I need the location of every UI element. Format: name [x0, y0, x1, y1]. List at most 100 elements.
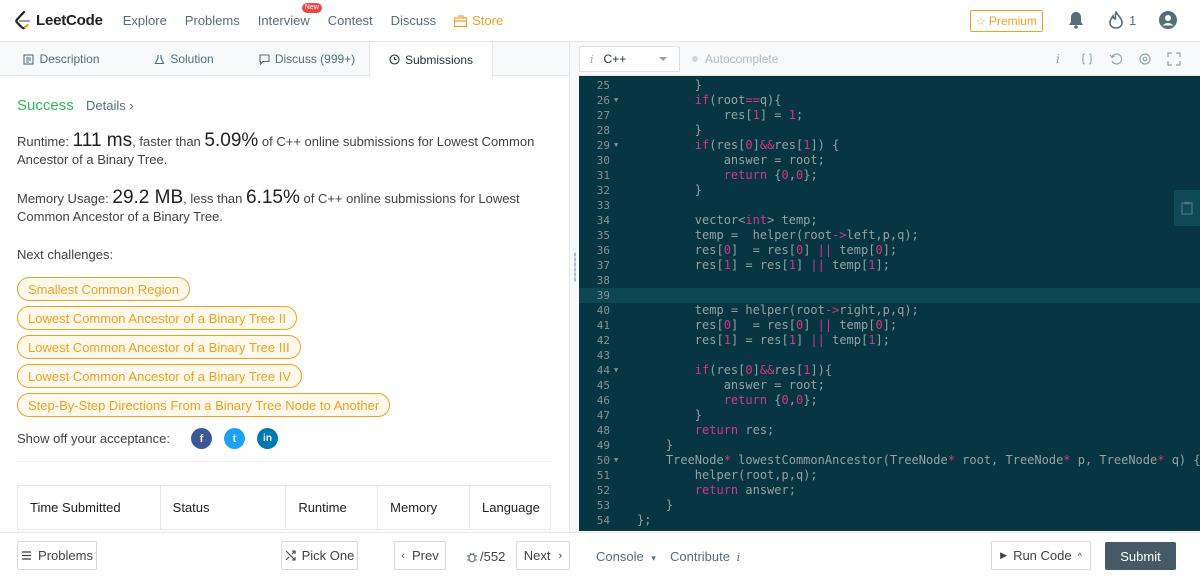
braces-icon[interactable] [1080, 52, 1094, 66]
premium-button[interactable]: ☆ Premium [970, 10, 1043, 32]
next-button[interactable]: Next › [516, 541, 570, 570]
code-line[interactable]: 52 return answer; [579, 483, 1200, 498]
fold-arrow-icon[interactable]: ▼ [614, 93, 618, 108]
details-link[interactable]: Details › [86, 98, 134, 113]
col-runtime[interactable]: Runtime [285, 485, 379, 530]
challenge-chip[interactable]: Lowest Common Ancestor of a Binary Tree … [17, 364, 303, 388]
memory-mid: , less than [183, 191, 247, 206]
info-icon[interactable]: i [1051, 52, 1065, 66]
panel-splitter[interactable] [569, 42, 579, 532]
nav-interview[interactable]: Interview New [258, 3, 322, 28]
challenge-chip[interactable]: Step-By-Step Directions From a Binary Tr… [17, 393, 391, 417]
code-line[interactable]: 35 temp = helper(root->left,p,q); [579, 228, 1200, 243]
code-line[interactable]: 29 ▼ if(res[0]&&res[1]) { [579, 138, 1200, 153]
fold-arrow-icon[interactable]: ▼ [614, 138, 618, 153]
page-indicator[interactable]: /552 [466, 549, 505, 564]
fold-arrow-icon[interactable]: ▼ [614, 453, 618, 468]
twitter-share-icon[interactable]: t [224, 428, 245, 449]
code-line[interactable]: 39 [579, 288, 1200, 303]
code-line[interactable]: 41 res[0] = res[0] || temp[0]; [579, 318, 1200, 333]
code-line[interactable]: 34 vector<int> temp; [579, 213, 1200, 228]
console-toggle[interactable]: Console ▾ [596, 549, 656, 564]
code-line[interactable]: 45 answer = root; [579, 378, 1200, 393]
streak-fire-icon[interactable] [1109, 11, 1123, 29]
tab-submissions[interactable]: Submissions [369, 42, 493, 77]
settings-icon[interactable] [1138, 52, 1152, 66]
nav-store[interactable]: Store [454, 13, 503, 28]
leetcode-logo[interactable]: LeetCode [14, 10, 103, 31]
code-line[interactable]: 42 res[1] = res[1] || temp[1]; [579, 333, 1200, 348]
user-avatar-icon[interactable] [1159, 11, 1177, 29]
code-line[interactable]: 31 return {0,0}; [579, 168, 1200, 183]
problems-list-button[interactable]: Problems [17, 541, 97, 570]
code-text: return {0,0}; [723, 168, 818, 182]
language-value: C++ [603, 52, 627, 66]
nav-contest[interactable]: Contest [328, 13, 373, 28]
code-line[interactable]: 48 return res; [579, 423, 1200, 438]
chevron-left-icon: ‹ [401, 549, 405, 562]
code-line[interactable]: 30 answer = root; [579, 153, 1200, 168]
nav-discuss[interactable]: Discuss [391, 13, 437, 28]
fullscreen-icon[interactable] [1167, 52, 1181, 66]
autocomplete-toggle[interactable]: Autocomplete [692, 52, 778, 66]
submissions-table: Time Submitted Status Runtime Memory Lan… [17, 485, 551, 530]
code-line[interactable]: 47 } [579, 408, 1200, 423]
code-line[interactable]: 49 } [579, 438, 1200, 453]
run-code-button[interactable]: ▶ Run Code ^ [991, 541, 1091, 570]
runtime-mid: , faster than [132, 134, 205, 149]
line-number: 45 [596, 379, 610, 392]
code-line[interactable]: 43 [579, 348, 1200, 363]
code-line[interactable]: 44 ▼ if(res[0]&&res[1]){ [579, 363, 1200, 378]
page-count: /552 [480, 549, 506, 564]
pick-one-button[interactable]: Pick One [281, 541, 358, 570]
col-time-submitted[interactable]: Time Submitted [17, 485, 161, 530]
nav-store-label: Store [472, 13, 504, 28]
tab-discuss[interactable]: Discuss (999+) [245, 42, 369, 76]
code-line[interactable]: 40 temp = helper(root->right,p,q); [579, 303, 1200, 318]
side-panel-tab[interactable] [1174, 190, 1200, 226]
problem-tabs: Description Solution Discuss (999+) Subm… [0, 42, 569, 77]
col-memory[interactable]: Memory [377, 485, 471, 530]
chevron-down-icon [659, 57, 667, 61]
code-text: answer = root; [637, 153, 825, 167]
code-line[interactable]: 26 ▼ if(root==q){ [579, 93, 1200, 108]
language-select[interactable]: i C++ [579, 46, 680, 72]
line-number: 38 [596, 274, 610, 287]
col-status[interactable]: Status [159, 485, 287, 530]
code-line[interactable]: 38 [579, 273, 1200, 288]
facebook-share-icon[interactable]: f [191, 428, 212, 449]
code-line[interactable]: 25 } [579, 78, 1200, 93]
nav-problems[interactable]: Problems [185, 13, 240, 28]
challenge-chip[interactable]: Smallest Common Region [17, 277, 191, 301]
submit-button[interactable]: Submit [1105, 542, 1176, 570]
bottom-bar: Problems Pick One ‹ Prev /552 Next › Con… [0, 532, 1200, 578]
challenge-chip[interactable]: Lowest Common Ancestor of a Binary Tree … [17, 306, 297, 330]
code-line[interactable]: 28 } [579, 123, 1200, 138]
col-language[interactable]: Language [469, 485, 551, 530]
code-line[interactable]: 33 [579, 198, 1200, 213]
prev-button[interactable]: ‹ Prev [394, 541, 446, 570]
code-text: if(root==q){ [694, 93, 782, 107]
code-editor[interactable]: 25 } 26 ▼ if(root==q){27 res[1] = 1; 28 } 29… [579, 76, 1200, 531]
challenge-chip[interactable]: Lowest Common Ancestor of a Binary Tree … [17, 335, 301, 359]
play-icon: ▶ [1000, 550, 1008, 560]
code-line[interactable]: 46 return {0,0}; [579, 393, 1200, 408]
code-line[interactable]: 51 helper(root,p,q); [579, 468, 1200, 483]
code-line[interactable]: 53 } [579, 498, 1200, 513]
code-line[interactable]: 37 res[1] = res[1] || temp[1]; [579, 258, 1200, 273]
tab-description[interactable]: Description [0, 42, 123, 76]
tab-solution[interactable]: Solution [123, 42, 245, 76]
code-line[interactable]: 36 res[0] = res[0] || temp[0]; [579, 243, 1200, 258]
code-text: } [637, 123, 703, 137]
star-icon: ☆ [976, 15, 986, 28]
contribute-link[interactable]: Contribute i [670, 549, 740, 564]
code-line[interactable]: 54}; [579, 513, 1200, 528]
linkedin-share-icon[interactable]: in [257, 428, 278, 449]
notification-bell-icon[interactable] [1068, 11, 1084, 29]
reset-icon[interactable] [1109, 52, 1123, 66]
fold-arrow-icon[interactable]: ▼ [614, 363, 618, 378]
code-line[interactable]: 27 res[1] = 1; [579, 108, 1200, 123]
code-line[interactable]: 50 ▼ TreeNode* lowestCommonAncestor(TreeN… [579, 453, 1200, 468]
nav-explore[interactable]: Explore [123, 13, 167, 28]
code-line[interactable]: 32 } [579, 183, 1200, 198]
